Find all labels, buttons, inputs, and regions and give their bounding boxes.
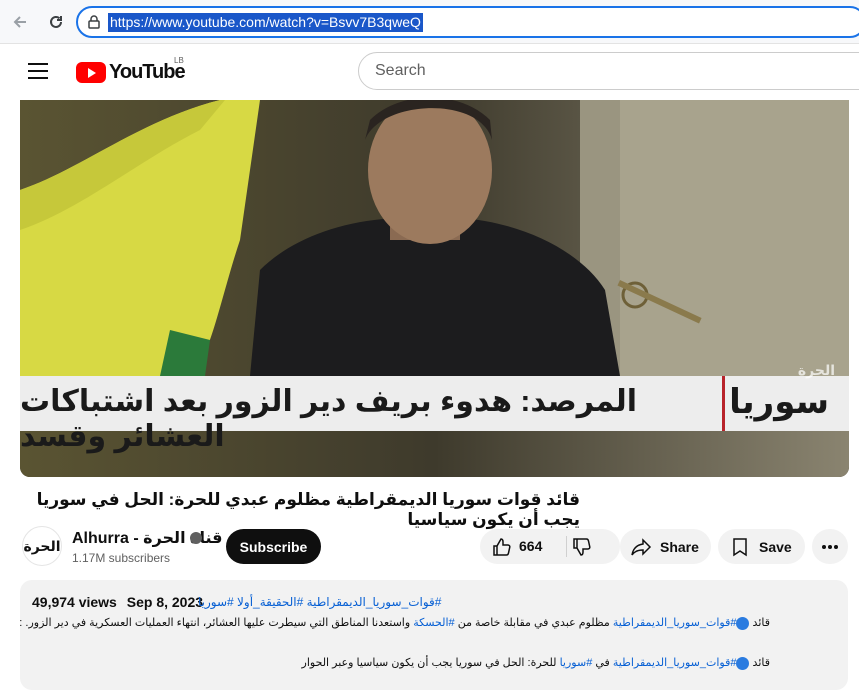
banner-divider: [722, 376, 725, 431]
subscribe-button[interactable]: Subscribe: [226, 529, 321, 564]
search-input[interactable]: Search: [358, 52, 859, 90]
back-button[interactable]: [8, 10, 32, 34]
country-code: LB: [174, 56, 184, 65]
subscriber-count: 1.17M subscribers: [72, 551, 171, 565]
search-placeholder: Search: [375, 62, 426, 79]
more-actions-button[interactable]: [812, 529, 848, 564]
line2-middle: في: [592, 657, 613, 669]
banner-headline: المرصد: هدوء بريف دير الزور بعد اشتباكات…: [20, 385, 638, 453]
line1-suffix: واستعدنا المناطق التي سيطرت عليها العشائ…: [19, 617, 414, 629]
url-text[interactable]: https://www.youtube.com/watch?v=Bsvv7B3q…: [108, 13, 423, 32]
avatar-text: الحرة: [23, 537, 61, 554]
browser-toolbar: https://www.youtube.com/watch?v=Bsvv7B3q…: [0, 0, 859, 44]
share-label: Share: [660, 538, 699, 555]
like-button[interactable]: [492, 537, 512, 560]
verified-badge-icon: [190, 532, 202, 544]
reload-icon: [50, 15, 62, 28]
like-dislike-group: 664: [480, 529, 620, 564]
dislike-button[interactable]: [572, 537, 592, 560]
line1-hashtag-link-2[interactable]: #الحسكة: [413, 617, 454, 629]
line1-hashtag-link[interactable]: #قوات_سوريا_الديمقراطية: [613, 617, 737, 629]
view-count: 49,974 views: [32, 594, 117, 610]
line2-hashtag-link-2[interactable]: #سوريا: [560, 657, 593, 669]
line1-prefix: قائد: [749, 617, 770, 629]
arrow-left-icon: [13, 16, 26, 28]
more-horizontal-icon: [822, 544, 838, 549]
video-title: قائد قوات سوريا الديمقراطية مظلوم عبدي ل…: [36, 490, 580, 529]
description-hashtags[interactable]: #قوات_سوريا_الديمقراطية #الحقيقة_أولا #س…: [198, 595, 441, 609]
share-button[interactable]: Share: [620, 529, 711, 564]
channel-avatar[interactable]: الحرة: [22, 526, 62, 566]
save-label: Save: [759, 538, 792, 555]
channel-watermark: الحرة: [797, 362, 835, 378]
reload-button[interactable]: [44, 10, 68, 34]
thumbs-down-icon: [573, 538, 591, 556]
description-box[interactable]: 49,974 views Sep 8, 2023 #قوات_سوريا_الد…: [19, 580, 848, 690]
share-icon: [631, 537, 652, 556]
video-player[interactable]: المرصد: هدوء بريف دير الزور بعد اشتباكات…: [20, 100, 849, 477]
blue-circle-emoji-icon: [736, 656, 750, 670]
play-logo-icon: [76, 61, 106, 83]
line1-middle: مظلوم عبدي في مقابلة خاصة من: [454, 617, 613, 629]
address-bar[interactable]: https://www.youtube.com/watch?v=Bsvv7B3q…: [76, 6, 859, 38]
news-banner: المرصد: هدوء بريف دير الزور بعد اشتباكات…: [20, 376, 849, 453]
blue-circle-emoji-icon: [736, 616, 750, 630]
description-meta: 49,974 views Sep 8, 2023: [32, 594, 203, 610]
line2-hashtag-link[interactable]: #قوات_سوريا_الديمقراطية: [613, 657, 737, 669]
like-count: 664: [519, 538, 543, 554]
banner-country: سوريا: [729, 383, 829, 421]
like-divider: [566, 536, 567, 557]
line2-prefix: قائد: [749, 657, 770, 669]
youtube-logo[interactable]: YouTube LB: [76, 56, 186, 84]
lock-icon: [88, 15, 100, 29]
description-line: قائد #قوات_سوريا_الديمقراطية في #سوريا ل…: [302, 656, 770, 670]
save-button[interactable]: Save: [718, 529, 805, 564]
thumbs-up-icon: [493, 538, 511, 556]
upload-date: Sep 8, 2023: [126, 594, 204, 610]
youtube-header: YouTube LB Search: [0, 44, 859, 100]
bookmark-icon: [733, 537, 747, 556]
description-line: قائد #قوات_سوريا_الديمقراطية مظلوم عبدي …: [19, 616, 770, 630]
hamburger-menu-icon[interactable]: [28, 62, 50, 80]
line2-suffix: للحرة: الحل في سوريا يجب أن يكون سياسيا …: [301, 657, 560, 669]
